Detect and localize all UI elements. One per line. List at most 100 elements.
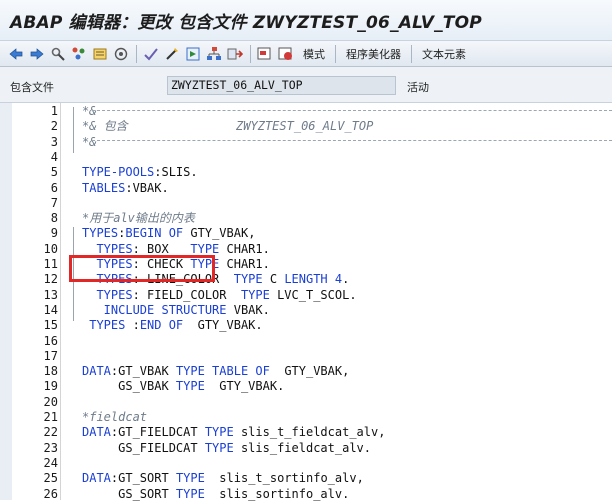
- line-number: 1: [50, 104, 58, 118]
- line-number: 3: [50, 134, 58, 149]
- line-number: 18: [43, 364, 58, 379]
- code-token: TYPE: [204, 440, 241, 455]
- code-token: .: [342, 272, 350, 287]
- code-line[interactable]: 14 INCLUDE STRUCTURE VBAK.: [0, 303, 612, 318]
- application-toolbar: 模式 程序美化器 文本元素: [0, 40, 612, 67]
- code-token: GTY_VBAK,: [190, 226, 256, 241]
- hierarchy-icon[interactable]: [206, 46, 222, 62]
- code-line[interactable]: 9 TYPES:BEGIN OF GTY_VBAK,: [0, 226, 612, 241]
- code-line[interactable]: 13 TYPES: FIELD_COLOR TYPE LVC_T_SCOL.: [0, 288, 612, 303]
- code-text: TYPES: FIELD_COLOR TYPE LVC_T_SCOL.: [82, 287, 357, 303]
- toolbar-separator: [136, 44, 137, 63]
- code-token: TYPES: [82, 318, 133, 333]
- activate-icon[interactable]: [164, 46, 180, 62]
- check-icon[interactable]: [143, 46, 159, 62]
- line-number: 20: [43, 394, 58, 409]
- code-token: slis_t_fieldcat_alv,: [240, 425, 386, 440]
- code-token: GTY_VBAK.: [219, 379, 285, 394]
- back-arrow-icon[interactable]: [8, 46, 24, 62]
- code-text: *用于alv输出的内表: [82, 211, 195, 226]
- toolbar-separator: [411, 44, 412, 63]
- code-line[interactable]: 16: [0, 334, 612, 349]
- code-line[interactable]: 22 DATA:GT_FIELDCAT TYPE slis_t_fieldcat_…: [0, 425, 612, 440]
- code-token: *用于alv输出的内表: [82, 211, 195, 226]
- code-token: LENGTH: [284, 272, 335, 287]
- code-line[interactable]: 18 DATA:GT_VBAK TYPE TABLE OF GTY_VBAK,: [0, 364, 612, 379]
- code-text: DATA:GT_SORT TYPE slis_t_sortinfo_alv,: [82, 471, 364, 486]
- code-line[interactable]: 24: [0, 456, 612, 471]
- code-text: *& 包含 ZWYZTEST_06_ALV_TOP: [82, 119, 373, 134]
- code-token: TYPE: [175, 471, 220, 486]
- code-token: INCLUDE STRUCTURE: [82, 302, 234, 317]
- code-token: :VBAK.: [125, 180, 169, 195]
- line-number: 10: [43, 241, 58, 256]
- window-title: ABAP 编辑器：更改 包含文件 ZWYZTEST_06_ALV_TOP: [10, 12, 482, 33]
- display-object-icon[interactable]: [92, 46, 108, 62]
- code-text: GS_FIELDCAT TYPE slis_fieldcat_alv.: [82, 441, 371, 456]
- code-line[interactable]: 20: [0, 395, 612, 410]
- code-line[interactable]: 21 *fieldcat: [0, 410, 612, 425]
- code-token: :GT_VBAK: [110, 364, 176, 379]
- code-text: TYPES:BEGIN OF GTY_VBAK,: [82, 226, 255, 241]
- code-editor[interactable]: 1 *& 2 *& 包含 ZWYZTEST_06_ALV_TOP 3 *& 4 5 TYPE-P…: [0, 103, 612, 501]
- pretty-printer-button[interactable]: 程序美化器: [346, 46, 401, 62]
- code-line[interactable]: 15 TYPES :END OF GTY_VBAK.: [0, 318, 612, 333]
- line-number: 11: [43, 257, 58, 271]
- code-line[interactable]: 3 *&: [0, 135, 612, 150]
- line-number: 14: [43, 302, 58, 317]
- code-token: LVC_T_SCOL.: [277, 287, 357, 302]
- test-icon[interactable]: [185, 46, 201, 62]
- line-number: 7: [50, 195, 58, 210]
- code-line[interactable]: 7: [0, 196, 612, 211]
- tools-icon[interactable]: [50, 46, 66, 62]
- code-line[interactable]: 5 TYPE-POOLS:SLIS.: [0, 165, 612, 180]
- code-token: CHAR1.: [226, 257, 270, 271]
- code-token: TYPE: [233, 272, 270, 287]
- where-used-icon[interactable]: [113, 46, 129, 62]
- code-token: TYPE-POOLS: [82, 165, 155, 180]
- code-token: :GT_SORT: [110, 471, 176, 486]
- line-number: 16: [43, 333, 58, 348]
- line-number: 23: [43, 440, 58, 455]
- line-number: 24: [43, 455, 58, 470]
- code-text: DATA:GT_VBAK TYPE TABLE OF GTY_VBAK,: [82, 364, 349, 379]
- pattern-button[interactable]: 模式: [303, 46, 325, 62]
- code-token: *& 包含 ZWYZTEST_06_ALV_TOP: [82, 119, 374, 134]
- line-number: 25: [43, 471, 58, 486]
- code-line[interactable]: 23 GS_FIELDCAT TYPE slis_fieldcat_alv.: [0, 441, 612, 456]
- code-token: slis_sortinfo_alv.: [219, 486, 350, 501]
- insert-statement-icon[interactable]: [278, 46, 294, 62]
- code-token: TYPES: [82, 287, 133, 302]
- code-token: : FIELD_COLOR: [132, 287, 241, 302]
- code-line[interactable]: 25 DATA:GT_SORT TYPE slis_t_sortinfo_alv,: [0, 471, 612, 486]
- code-token: TYPE: [175, 486, 220, 501]
- code-token: VBAK.: [233, 302, 270, 317]
- code-line[interactable]: 2 *& 包含 ZWYZTEST_06_ALV_TOP: [0, 119, 612, 134]
- code-line[interactable]: 8 *用于alv输出的内表: [0, 211, 612, 226]
- text-elements-button[interactable]: 文本元素: [422, 46, 466, 62]
- code-line[interactable]: 19 GS_VBAK TYPE GTY_VBAK.: [0, 379, 612, 394]
- code-token: TYPE TABLE OF: [175, 364, 285, 379]
- highlight-box: [69, 255, 215, 282]
- line-number: 4: [50, 149, 58, 164]
- line-number: 17: [43, 348, 58, 363]
- status-label: 活动: [407, 81, 429, 94]
- code-token: GTY_VBAK.: [197, 318, 263, 333]
- navigate-icon[interactable]: [227, 46, 243, 62]
- title-bar: ABAP 编辑器：更改 包含文件 ZWYZTEST_06_ALV_TOP: [0, 0, 612, 40]
- code-token: TYPE: [204, 425, 241, 440]
- code-line[interactable]: 17: [0, 349, 612, 364]
- code-line[interactable]: 4: [0, 150, 612, 165]
- pattern-icon[interactable]: [257, 46, 273, 62]
- code-token: :: [132, 318, 140, 333]
- comment-separator-line: [92, 110, 612, 112]
- line-number: 2: [50, 119, 58, 134]
- line-number: 5: [50, 165, 58, 180]
- object-list-icon[interactable]: [71, 46, 87, 62]
- forward-arrow-icon[interactable]: [29, 46, 45, 62]
- code-token: TYPE: [190, 241, 227, 256]
- code-token: DATA: [82, 364, 111, 379]
- code-line[interactable]: 6 TABLES:VBAK.: [0, 181, 612, 196]
- fold-guide: [73, 107, 74, 153]
- code-token: :GT_FIELDCAT: [110, 425, 205, 440]
